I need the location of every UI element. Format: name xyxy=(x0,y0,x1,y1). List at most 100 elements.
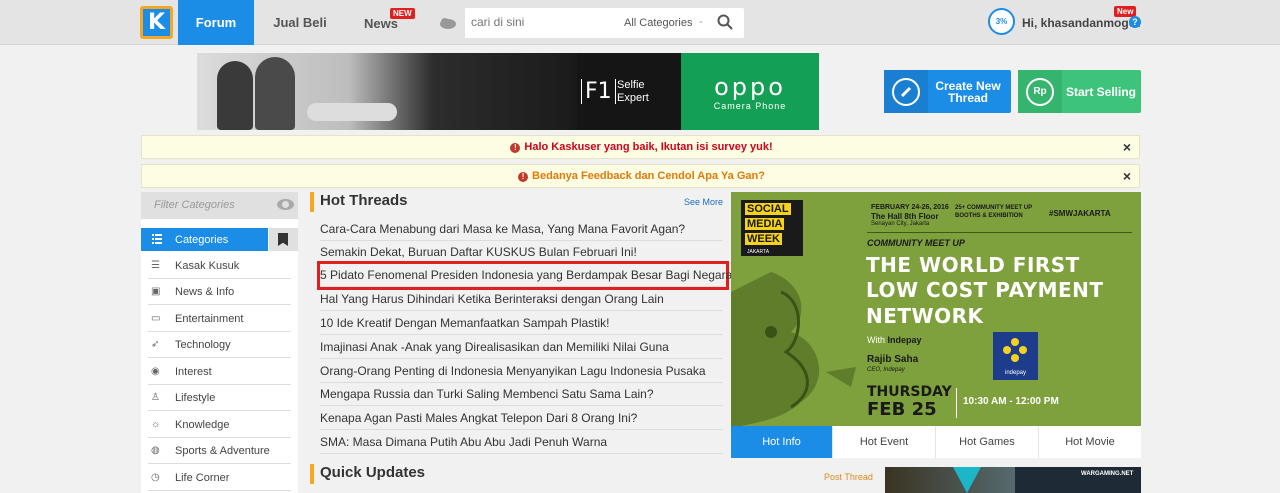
notice-feedback-text[interactable]: Bedanya Feedback dan Cendol Apa Ya Gan? xyxy=(532,170,765,182)
tab-forum-label: Forum xyxy=(195,15,237,30)
sidebar-item-entertainment[interactable]: ▭ Entertainment xyxy=(148,306,291,332)
wargaming-logo: WARGAMING.NET xyxy=(1081,471,1134,477)
tab-news[interactable]: News NEW xyxy=(352,0,415,45)
thread-title[interactable]: Cara-Cara Menabung dari Masa ke Masa, Ya… xyxy=(320,222,685,236)
rupiah-icon-text: Rp xyxy=(1033,86,1047,97)
help-icon[interactable]: ? xyxy=(1129,16,1141,28)
smw-sub: JAKARTA xyxy=(747,249,770,255)
logo-letter: K xyxy=(147,10,166,35)
thread-title[interactable]: 10 Ide Kreatif Dengan Memanfaatkan Sampa… xyxy=(320,316,610,330)
thread-title[interactable]: Mengapa Russia dan Turki Saling Membenci… xyxy=(320,387,654,401)
event-city: Senayan City, Jakarta xyxy=(871,221,930,227)
thread-item[interactable]: Kenapa Agan Pasti Males Angkat Telepon D… xyxy=(320,407,723,430)
thread-title[interactable]: 5 Pidato Fenomenal Presiden Indonesia ya… xyxy=(320,268,732,282)
thread-title[interactable]: Imajinasi Anak -Anak yang Direalisasikan… xyxy=(320,340,669,354)
thread-title[interactable]: SMA: Masa Dimana Putih Abu Abu Jadi Penu… xyxy=(320,435,607,449)
tab-hot-games[interactable]: Hot Games xyxy=(936,426,1039,458)
sidebar-item-label: Kasak Kusuk xyxy=(175,260,240,272)
notice-feedback[interactable]: ! Bedanya Feedback dan Cendol Apa Ya Gan?… xyxy=(141,164,1140,188)
tab-label: Hot Event xyxy=(859,436,909,448)
kaskus-logo[interactable]: K xyxy=(140,6,173,39)
thread-item[interactable]: 10 Ide Kreatif Dengan Memanfaatkan Sampa… xyxy=(320,312,723,335)
thread-title[interactable]: Orang-Orang Penting di Indonesia Menyany… xyxy=(320,364,706,378)
event-time: 10:30 AM - 12:00 PM xyxy=(963,396,1059,407)
sidebar-item-life-corner[interactable]: ◷ Life Corner xyxy=(148,465,291,491)
user-menu[interactable]: 3% Hi, khasandanmogot New ? xyxy=(988,6,1148,38)
eye-icon[interactable] xyxy=(277,199,294,210)
sidebar-item-kasak-kusuk[interactable]: ☰ Kasak Kusuk xyxy=(148,253,291,279)
thread-item[interactable]: Mengapa Russia dan Turki Saling Membenci… xyxy=(320,383,723,406)
post-thread-link[interactable]: Post Thread xyxy=(824,472,873,482)
create-thread-label: Create New Thread xyxy=(935,78,1001,105)
sidebar-item-lifestyle[interactable]: ♙ Lifestyle xyxy=(148,385,291,411)
game-ad-shape xyxy=(953,467,981,493)
social-media-week-ad[interactable]: SOCIAL MEDIA WEEK JAKARTA FEBRUARY 24-26… xyxy=(731,192,1141,426)
avatar[interactable]: 3% xyxy=(988,8,1015,35)
event-date: FEBRUARY 24-26, 2016 xyxy=(871,204,949,211)
filter-categories-input[interactable]: Filter Categories xyxy=(141,192,298,219)
soccer-icon: ◍ xyxy=(151,445,160,456)
sidebar-item-label: Sports & Adventure xyxy=(175,445,270,457)
tab-forum[interactable]: Forum xyxy=(178,0,254,45)
sidebar-item-news-info[interactable]: ▣ News & Info xyxy=(148,279,291,305)
tab-label: Hot Info xyxy=(762,436,801,448)
wargaming-ad[interactable]: WARGAMING.NET xyxy=(885,467,1141,493)
tab-hot-info[interactable]: Hot Info xyxy=(731,426,833,458)
smw-line: WEEK xyxy=(745,233,782,245)
list-icon xyxy=(152,234,162,244)
thread-item[interactable]: Hal Yang Harus Dihindari Ketika Berinter… xyxy=(320,288,723,311)
thread-item[interactable]: Semakin Dekat, Buruan Daftar KUSKUS Bula… xyxy=(320,241,723,264)
thread-title[interactable]: Semakin Dekat, Buruan Daftar KUSKUS Bula… xyxy=(320,245,637,259)
banner-person xyxy=(255,57,295,130)
tab-hot-movie[interactable]: Hot Movie xyxy=(1039,426,1141,458)
start-selling-button[interactable]: Rp Start Selling xyxy=(1018,70,1141,113)
notice-survey-text[interactable]: Halo Kaskuser yang baik, Ikutan isi surv… xyxy=(524,141,772,153)
start-selling-label: Start Selling xyxy=(1065,84,1136,99)
categories-tab[interactable]: Categories xyxy=(141,228,268,251)
thread-item[interactable]: SMA: Masa Dimana Putih Abu Abu Jadi Penu… xyxy=(320,431,723,454)
notice-survey[interactable]: ! Halo Kaskuser yang baik, Ikutan isi sur… xyxy=(141,135,1140,159)
event-hashtag: #SMWJAKARTA xyxy=(1049,209,1111,218)
quick-updates-title: Quick Updates xyxy=(310,464,425,484)
thread-item[interactable]: Cara-Cara Menabung dari Masa ke Masa, Ya… xyxy=(320,218,723,241)
cloud-icon[interactable] xyxy=(431,8,465,38)
search-category-separator: - xyxy=(699,16,703,28)
tab-label: Hot Games xyxy=(959,436,1015,448)
search-icon[interactable] xyxy=(717,14,735,32)
tab-jual-beli[interactable]: Jual Beli xyxy=(262,0,338,45)
see-more-link[interactable]: See More xyxy=(684,197,723,207)
sidebar-item-technology[interactable]: ➶ Technology xyxy=(148,332,291,358)
sidebar-item-knowledge[interactable]: ☼ Knowledge xyxy=(148,412,291,438)
bookmark-icon[interactable] xyxy=(269,228,298,251)
username[interactable]: Hi, khasandanmogot xyxy=(1022,16,1140,30)
sidebar-item-sports-adventure[interactable]: ◍ Sports & Adventure xyxy=(148,438,291,464)
search-category-select[interactable]: All Categories xyxy=(624,17,692,29)
banner-f1: F1 xyxy=(581,79,616,104)
oppo-banner-ad[interactable]: F1 Selfie Expert oppo Camera Phone xyxy=(197,53,819,130)
event-role: CEO, Indepay xyxy=(867,367,905,373)
banner-person xyxy=(217,61,253,130)
categories-header: Categories xyxy=(141,228,298,251)
sidebar-item-label: Lifestyle xyxy=(175,392,216,404)
thread-item[interactable]: Imajinasi Anak -Anak yang Direalisasikan… xyxy=(320,336,723,359)
banner-oppo-panel: oppo Camera Phone xyxy=(681,53,819,130)
smw-line: MEDIA xyxy=(745,218,785,230)
tab-hot-event[interactable]: Hot Event xyxy=(833,426,936,458)
thread-item-highlighted[interactable]: 5 Pidato Fenomenal Presiden Indonesia ya… xyxy=(317,261,732,290)
thread-item[interactable]: Orang-Orang Penting di Indonesia Menyany… xyxy=(320,360,723,383)
event-with-brand: Indepay xyxy=(887,335,922,345)
news-new-badge: NEW xyxy=(390,8,415,19)
thread-title[interactable]: Kenapa Agan Pasti Males Angkat Telepon D… xyxy=(320,411,637,425)
banner-photo xyxy=(197,53,577,130)
close-icon[interactable]: × xyxy=(1123,139,1131,155)
thread-title[interactable]: Hal Yang Harus Dihindari Ketika Berinter… xyxy=(320,292,664,306)
smw-logo: SOCIAL MEDIA WEEK JAKARTA xyxy=(741,200,803,256)
create-thread-button[interactable]: Create New Thread xyxy=(884,70,1011,113)
close-icon[interactable]: × xyxy=(1123,168,1131,184)
pencil-icon xyxy=(884,70,928,113)
search-input[interactable] xyxy=(471,15,611,29)
dress-icon: ♙ xyxy=(151,392,160,403)
event-date-big: FEB 25 xyxy=(867,399,937,420)
clock-icon: ◷ xyxy=(151,472,160,483)
sidebar-item-interest[interactable]: ◉ Interest xyxy=(148,359,291,385)
